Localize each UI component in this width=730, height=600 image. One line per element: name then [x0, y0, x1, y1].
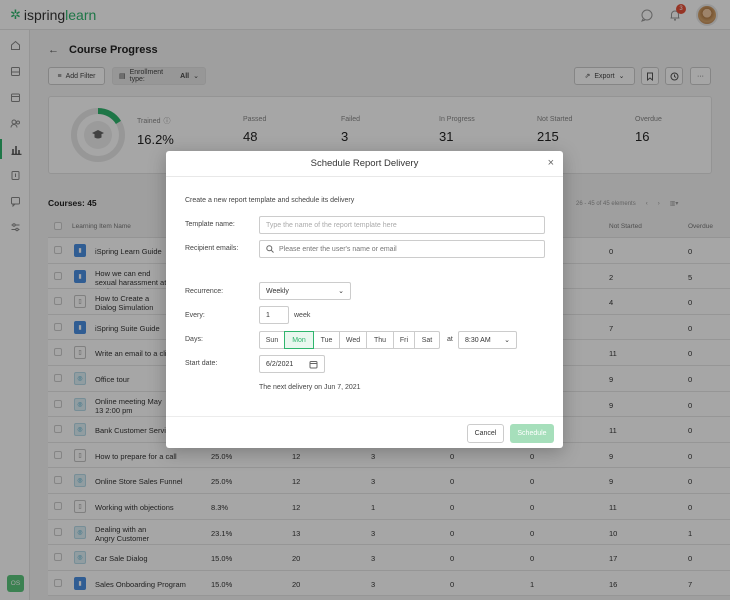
recurrence-select[interactable]: Weekly ⌄: [259, 282, 351, 300]
template-name-input[interactable]: Type the name of the report template her…: [259, 216, 545, 234]
day-toggle-sun[interactable]: Sun: [259, 331, 285, 349]
every-input[interactable]: 1: [259, 306, 289, 324]
start-date-value: 6/2/2021: [266, 360, 294, 368]
every-unit: week: [294, 312, 311, 319]
every-label: Every:: [185, 312, 205, 319]
schedule-report-dialog: Schedule Report Delivery × Create a new …: [166, 151, 563, 448]
at-label: at: [447, 336, 453, 343]
dialog-footer-divider: [166, 416, 563, 417]
recurrence-label: Recurrence:: [185, 288, 224, 295]
day-toggle-tue[interactable]: Tue: [313, 331, 340, 349]
start-date-input[interactable]: 6/2/2021: [259, 355, 325, 373]
day-toggle-sat[interactable]: Sat: [414, 331, 440, 349]
day-toggle-mon[interactable]: Mon: [284, 331, 314, 349]
chevron-down-icon: ⌄: [338, 288, 344, 295]
time-select[interactable]: 8:30 AM ⌄: [458, 331, 517, 349]
next-delivery-text: The next delivery on Jun 7, 2021: [259, 384, 361, 391]
day-toggle-fri[interactable]: Fri: [393, 331, 415, 349]
template-name-label: Template name:: [185, 221, 235, 228]
day-toggle-thu[interactable]: Thu: [366, 331, 394, 349]
recipient-emails-label: Recipient emails:: [185, 245, 239, 252]
days-label: Days:: [185, 336, 203, 343]
cancel-button[interactable]: Cancel: [467, 424, 504, 443]
close-icon[interactable]: ×: [548, 157, 554, 169]
calendar-icon: [309, 360, 318, 368]
dialog-title: Schedule Report Delivery: [166, 151, 563, 177]
start-date-label: Start date:: [185, 360, 218, 367]
schedule-submit-button[interactable]: Schedule: [510, 424, 554, 443]
days-selector: Sun Mon Tue Wed Thu Fri Sat: [259, 331, 440, 349]
dialog-description: Create a new report template and schedul…: [185, 197, 355, 204]
recipient-emails-placeholder: Please enter the user's name or email: [279, 245, 397, 253]
chevron-down-icon: ⌄: [504, 337, 510, 344]
recurrence-value: Weekly: [266, 287, 289, 295]
search-icon: [266, 245, 274, 253]
time-value: 8:30 AM: [465, 336, 491, 344]
recipient-emails-input[interactable]: Please enter the user's name or email: [259, 240, 545, 258]
day-toggle-wed[interactable]: Wed: [339, 331, 367, 349]
